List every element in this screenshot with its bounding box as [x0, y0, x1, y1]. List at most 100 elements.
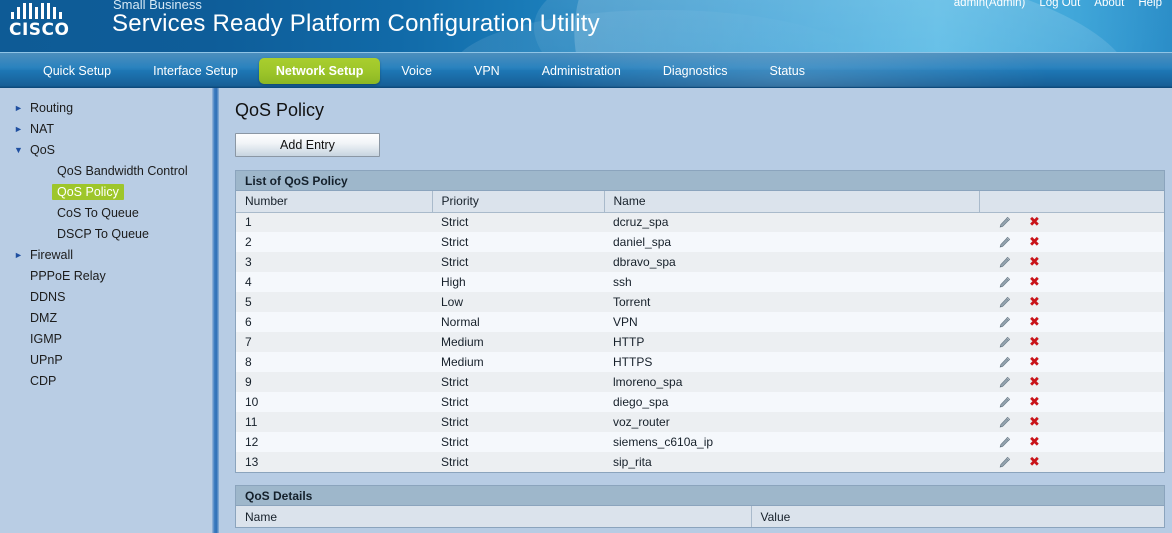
sidebar-item-dmz[interactable]: DMZ — [0, 308, 212, 328]
tab-status[interactable]: Status — [749, 58, 826, 84]
delete-x-icon[interactable]: ✖ — [1029, 416, 1040, 429]
table-row[interactable]: 6 Normal VPN ✖ — [236, 312, 1164, 332]
details-column-header-name: Name — [236, 506, 752, 527]
delete-x-icon[interactable]: ✖ — [1029, 256, 1040, 269]
delete-x-icon[interactable]: ✖ — [1029, 376, 1040, 389]
sidebar-item-label: Routing — [30, 101, 74, 115]
tab-administration[interactable]: Administration — [521, 58, 642, 84]
column-header-name[interactable]: Name — [604, 191, 980, 213]
sidebar-item-cos-to-queue[interactable]: CoS To Queue — [0, 203, 212, 223]
pencil-icon[interactable] — [998, 416, 1011, 429]
sidebar-item-label: Firewall — [30, 248, 74, 262]
details-column-header-value: Value — [751, 506, 1164, 527]
table-row[interactable]: 4 High ssh ✖ — [236, 272, 1164, 292]
delete-x-icon[interactable]: ✖ — [1029, 396, 1040, 409]
table-row[interactable]: 12 Strict siemens_c610a_ip ✖ — [236, 432, 1164, 452]
app-title: Services Ready Platform Configuration Ut… — [112, 10, 600, 37]
table-row[interactable]: 9 Strict lmoreno_spa ✖ — [236, 372, 1164, 392]
sidebar-item-label: NAT — [30, 122, 55, 136]
cell-number: 12 — [245, 435, 259, 449]
sidebar-item-qos-bandwidth-control[interactable]: QoS Bandwidth Control — [0, 161, 212, 181]
column-header-number[interactable]: Number — [236, 191, 433, 213]
sidebar-navigation: ► Routing ► NAT ▼ QoS QoS Bandwidth Cont… — [0, 88, 212, 533]
delete-x-icon[interactable]: ✖ — [1029, 456, 1040, 469]
app-header-banner: CISCO Small Business Services Ready Plat… — [0, 0, 1172, 52]
page-title: QoS Policy — [235, 100, 325, 120]
table-row[interactable]: 1 Strict dcruz_spa ✖ — [236, 212, 1164, 232]
sidebar-item-upnp[interactable]: UPnP — [0, 350, 212, 370]
about-link[interactable]: About — [1094, 0, 1124, 9]
help-link[interactable]: Help — [1138, 0, 1162, 9]
add-entry-button[interactable]: Add Entry — [235, 133, 380, 157]
cell-priority: Strict — [441, 395, 469, 409]
delete-x-icon[interactable]: ✖ — [1029, 236, 1040, 249]
sidebar-item-qos[interactable]: ▼ QoS — [0, 140, 212, 160]
delete-x-icon[interactable]: ✖ — [1029, 336, 1040, 349]
pencil-icon[interactable] — [998, 396, 1011, 409]
cell-name: Torrent — [613, 295, 651, 309]
tab-network-setup[interactable]: Network Setup — [258, 58, 381, 84]
sidebar-item-label: CoS To Queue — [57, 206, 139, 220]
pencil-icon[interactable] — [998, 236, 1011, 249]
tab-vpn[interactable]: VPN — [453, 58, 521, 84]
tab-interface-setup[interactable]: Interface Setup — [132, 58, 259, 84]
table-row[interactable]: 8 Medium HTTPS ✖ — [236, 352, 1164, 372]
details-header-row: Name Value — [236, 506, 1164, 527]
cell-number: 1 — [245, 215, 252, 230]
table-row[interactable]: 13 Strict sip_rita ✖ — [236, 452, 1164, 472]
qos-policy-list-panel: List of QoS Policy Number Priority Name … — [235, 170, 1165, 473]
delete-x-icon[interactable]: ✖ — [1029, 276, 1040, 289]
table-row[interactable]: 2 Strict daniel_spa ✖ — [236, 232, 1164, 252]
sidebar-item-cdp[interactable]: CDP — [0, 371, 212, 391]
column-header-priority[interactable]: Priority — [432, 191, 605, 213]
pencil-icon[interactable] — [998, 276, 1011, 289]
sidebar-item-firewall[interactable]: ► Firewall — [0, 245, 212, 265]
table-header-row: Number Priority Name — [236, 191, 1164, 213]
cell-priority: Strict — [441, 235, 469, 249]
cell-name: HTTP — [613, 335, 645, 349]
nav-tab-list: Quick Setup Interface Setup Network Setu… — [0, 53, 1172, 87]
tab-voice[interactable]: Voice — [380, 58, 453, 84]
sidebar-item-qos-policy[interactable]: QoS Policy — [0, 182, 212, 202]
pencil-icon[interactable] — [998, 376, 1011, 389]
sidebar-item-dscp-to-queue[interactable]: DSCP To Queue — [0, 224, 212, 244]
delete-x-icon[interactable]: ✖ — [1029, 216, 1040, 229]
sidebar-item-label: DMZ — [30, 311, 58, 325]
delete-x-icon[interactable]: ✖ — [1029, 316, 1040, 329]
pencil-icon[interactable] — [998, 216, 1011, 229]
cell-number: 11 — [245, 415, 258, 429]
table-row[interactable]: 7 Medium HTTP ✖ — [236, 332, 1164, 352]
sidebar-item-igmp[interactable]: IGMP — [0, 329, 212, 349]
user-account-link[interactable]: admin(Admin) — [954, 0, 1026, 9]
table-row[interactable]: 11 Strict voz_router ✖ — [236, 412, 1164, 432]
pencil-icon[interactable] — [998, 436, 1011, 449]
sidebar-item-ddns[interactable]: DDNS — [0, 287, 212, 307]
cell-priority: Strict — [441, 455, 469, 469]
pencil-icon[interactable] — [998, 296, 1011, 309]
delete-x-icon[interactable]: ✖ — [1029, 296, 1040, 309]
log-out-link[interactable]: Log Out — [1039, 0, 1080, 9]
pencil-icon[interactable] — [998, 356, 1011, 369]
tab-quick-setup[interactable]: Quick Setup — [22, 58, 132, 84]
cell-actions: ✖ — [979, 372, 1164, 392]
table-row[interactable]: 3 Strict dbravo_spa ✖ — [236, 252, 1164, 272]
sidebar-item-nat[interactable]: ► NAT — [0, 119, 212, 139]
cell-priority: Strict — [441, 415, 469, 429]
tab-diagnostics[interactable]: Diagnostics — [642, 58, 749, 84]
cell-name: sip_rita — [613, 455, 652, 469]
cell-actions: ✖ — [979, 452, 1164, 472]
cisco-logo-bars-icon — [8, 2, 94, 19]
pencil-icon[interactable] — [998, 316, 1011, 329]
delete-x-icon[interactable]: ✖ — [1029, 356, 1040, 369]
cell-number: 6 — [245, 315, 252, 329]
pencil-icon[interactable] — [998, 456, 1011, 469]
table-row[interactable]: 10 Strict diego_spa ✖ — [236, 392, 1164, 412]
cell-priority: High — [441, 275, 466, 289]
sidebar-item-routing[interactable]: ► Routing — [0, 98, 212, 118]
sidebar-item-pppoe-relay[interactable]: PPPoE Relay — [0, 266, 212, 286]
delete-x-icon[interactable]: ✖ — [1029, 436, 1040, 449]
header-links: admin(Admin) Log Out About Help — [954, 0, 1162, 9]
pencil-icon[interactable] — [998, 256, 1011, 269]
table-row[interactable]: 5 Low Torrent ✖ — [236, 292, 1164, 312]
pencil-icon[interactable] — [998, 336, 1011, 349]
